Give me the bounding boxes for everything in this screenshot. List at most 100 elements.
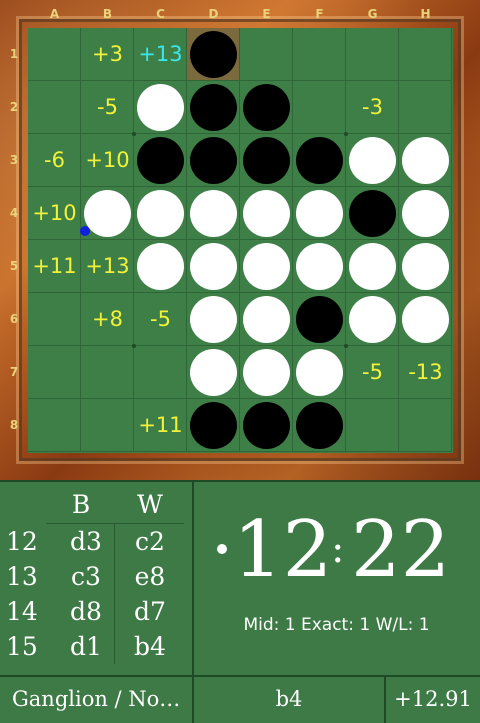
board-cell-a2[interactable]	[28, 81, 81, 134]
grid-star-point	[344, 344, 348, 348]
board-cell-a5[interactable]: +11	[28, 240, 81, 293]
board-cell-g3[interactable]	[346, 134, 399, 187]
column-label-f: F	[315, 7, 324, 21]
board-cell-f6[interactable]	[293, 293, 346, 346]
board-cell-c4[interactable]	[134, 187, 187, 240]
board-cell-d4[interactable]	[187, 187, 240, 240]
board-cell-b8[interactable]	[81, 399, 134, 452]
grid-star-point	[344, 132, 348, 136]
board-cell-c3[interactable]	[134, 134, 187, 187]
board-cell-h1[interactable]	[399, 28, 452, 81]
board-cell-g2[interactable]: -3	[346, 81, 399, 134]
board-cell-h4[interactable]	[399, 187, 452, 240]
move-score: +13	[85, 254, 130, 278]
board-frame: A B C D E F G H 1 2 3 4 5 6 7 8 +3 +13 -5 -3 -6 +10 +10 +11 +1…	[0, 0, 480, 480]
search-depth: Mid: 1 Exact: 1 W/L: 1	[243, 615, 430, 635]
board-cell-f3[interactable]	[293, 134, 346, 187]
move-score: -6	[44, 148, 65, 172]
move-row[interactable]: 15 d1 b4	[0, 629, 192, 664]
white-disc	[190, 190, 237, 237]
board-cell-g5[interactable]	[346, 240, 399, 293]
white-disc	[243, 243, 290, 290]
board-cell-g7[interactable]: -5	[346, 346, 399, 399]
white-disc	[296, 190, 343, 237]
white-disc	[190, 296, 237, 343]
move-score: -5	[97, 95, 118, 119]
board-cell-b1[interactable]: +3	[81, 28, 134, 81]
board-cell-a8[interactable]	[28, 399, 81, 452]
board-cell-a7[interactable]	[28, 346, 81, 399]
board-cell-a4[interactable]: +10	[28, 187, 81, 240]
board-cell-b3[interactable]: +10	[81, 134, 134, 187]
black-disc	[296, 402, 343, 449]
board-cell-g6[interactable]	[346, 293, 399, 346]
board-cell-c5[interactable]	[134, 240, 187, 293]
last-move-marker	[80, 226, 90, 236]
board-cell-a3[interactable]: -6	[28, 134, 81, 187]
row-label-5: 5	[9, 259, 19, 273]
board-cell-h8[interactable]	[399, 399, 452, 452]
board-cell-f7[interactable]	[293, 346, 346, 399]
board-cell-e3[interactable]	[240, 134, 293, 187]
board-cell-e1[interactable]	[240, 28, 293, 81]
board-cell-b2[interactable]: -5	[81, 81, 134, 134]
move-row[interactable]: 13 c3 e8	[0, 559, 192, 594]
board-cell-h6[interactable]	[399, 293, 452, 346]
turn-indicator	[217, 544, 227, 554]
board-cell-c7[interactable]	[134, 346, 187, 399]
board-cell-f1[interactable]	[293, 28, 346, 81]
board-cell-f5[interactable]	[293, 240, 346, 293]
column-label-d: D	[208, 7, 219, 21]
board-cell-d3[interactable]	[187, 134, 240, 187]
move-white: d7	[134, 597, 166, 626]
board-cell-e2[interactable]	[240, 81, 293, 134]
move-list[interactable]: B W 12 d3 c2 13 c3 e8 14 d8 d7 15 d1 b4	[0, 480, 192, 675]
game-board[interactable]: +3 +13 -5 -3 -6 +10 +10 +11 +13 +8 -5 -5 -13 +11	[28, 28, 453, 453]
white-disc	[402, 243, 449, 290]
board-cell-d6[interactable]	[187, 293, 240, 346]
board-cell-g4[interactable]	[346, 187, 399, 240]
board-cell-f4[interactable]	[293, 187, 346, 240]
white-disc	[84, 190, 131, 237]
board-cell-e7[interactable]	[240, 346, 293, 399]
move-score: +3	[92, 42, 123, 66]
board-cell-d7[interactable]	[187, 346, 240, 399]
column-label-g: G	[367, 7, 378, 21]
move-row[interactable]: 12 d3 c2	[0, 524, 192, 559]
board-cell-e6[interactable]	[240, 293, 293, 346]
black-disc	[296, 137, 343, 184]
board-cell-g1[interactable]	[346, 28, 399, 81]
board-cell-h2[interactable]	[399, 81, 452, 134]
white-disc	[243, 190, 290, 237]
move-white: c2	[135, 527, 165, 556]
board-cell-e5[interactable]	[240, 240, 293, 293]
board-cell-d5[interactable]	[187, 240, 240, 293]
board-cell-h5[interactable]	[399, 240, 452, 293]
board-cell-h7[interactable]: -13	[399, 346, 452, 399]
grid-star-point	[132, 344, 136, 348]
board-cell-d8[interactable]	[187, 399, 240, 452]
engine-name[interactable]: Ganglion / No…	[12, 676, 190, 723]
board-cell-g8[interactable]	[346, 399, 399, 452]
board-cell-b5[interactable]: +13	[81, 240, 134, 293]
board-cell-d2[interactable]	[187, 81, 240, 134]
board-cell-a1[interactable]	[28, 28, 81, 81]
board-cell-e4[interactable]	[240, 187, 293, 240]
board-cell-f2[interactable]	[293, 81, 346, 134]
move-score: +11	[32, 254, 77, 278]
board-cell-d1[interactable]	[187, 28, 240, 81]
move-score: -13	[408, 360, 443, 384]
board-cell-b7[interactable]	[81, 346, 134, 399]
move-row[interactable]: 14 d8 d7	[0, 594, 192, 629]
board-cell-b6[interactable]: +8	[81, 293, 134, 346]
board-cell-e8[interactable]	[240, 399, 293, 452]
row-label-8: 8	[9, 418, 19, 432]
board-cell-h3[interactable]	[399, 134, 452, 187]
board-cell-c2[interactable]	[134, 81, 187, 134]
board-cell-c8[interactable]: +11	[134, 399, 187, 452]
board-cell-a6[interactable]	[28, 293, 81, 346]
board-cell-f8[interactable]	[293, 399, 346, 452]
board-cell-c1[interactable]: +13	[134, 28, 187, 81]
board-cell-c6[interactable]: -5	[134, 293, 187, 346]
grid-star-point	[132, 132, 136, 136]
